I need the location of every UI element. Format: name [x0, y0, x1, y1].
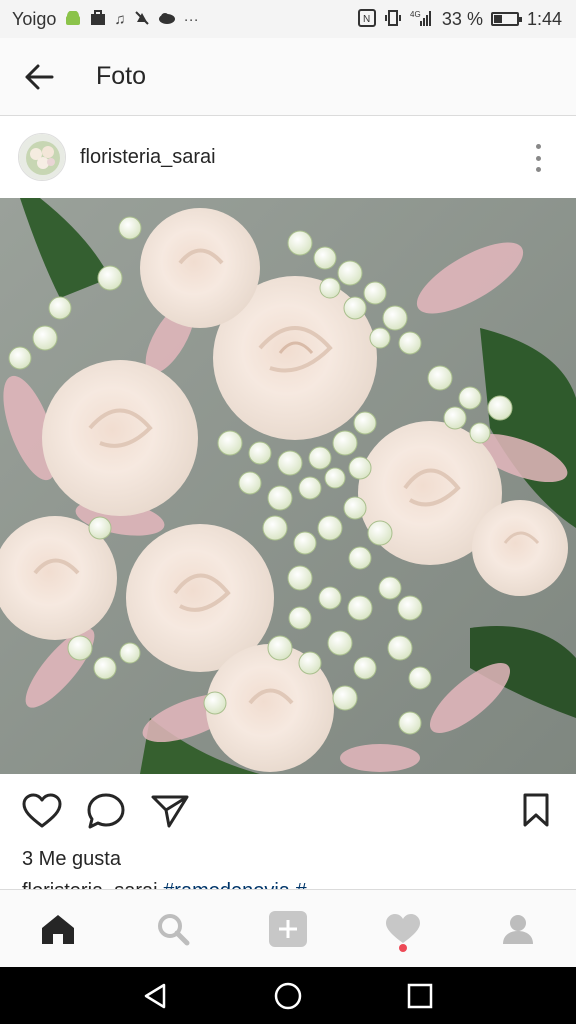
- comment-icon: [87, 793, 125, 829]
- music-note-icon: ♫: [114, 10, 126, 28]
- battery-icon: [490, 12, 522, 26]
- briefcase-icon: [90, 9, 106, 29]
- back-triangle-icon: [144, 983, 166, 1008]
- clock: 1:44: [526, 8, 562, 29]
- more-dot: [535, 144, 541, 149]
- signal-icon: 4G: [410, 9, 434, 30]
- svg-text:4G: 4G: [410, 10, 421, 19]
- post-header: floristeria_sarai: [0, 116, 576, 198]
- post-username[interactable]: floristeria_sarai: [80, 146, 216, 169]
- more-options-button[interactable]: [526, 144, 550, 172]
- nav-add-post[interactable]: [253, 894, 323, 964]
- system-home-button[interactable]: [258, 971, 318, 1021]
- app-bar: Foto: [0, 38, 576, 116]
- nfc-icon: N: [357, 8, 376, 30]
- more-dot: [535, 155, 541, 161]
- post-photo[interactable]: [0, 198, 576, 774]
- more-dot: [535, 167, 541, 172]
- bouquet-image: [0, 198, 576, 774]
- post-actions: [0, 774, 576, 848]
- battery-fill: [493, 15, 502, 23]
- system-back-button[interactable]: [126, 971, 186, 1021]
- status-right: N 4G 33 % 1:44: [357, 8, 562, 30]
- system-recents-button[interactable]: [390, 971, 450, 1021]
- status-left: Yoigo ♫ ···: [12, 9, 199, 30]
- battery-percent: 33 %: [441, 8, 483, 29]
- share-icon: [151, 795, 189, 828]
- svg-text:N: N: [363, 14, 370, 25]
- share-button[interactable]: [148, 789, 192, 833]
- recents-square-icon: [407, 983, 433, 1008]
- page-title: Foto: [96, 62, 147, 90]
- nav-activity[interactable]: [368, 894, 438, 964]
- bookmark-icon: [523, 793, 549, 827]
- back-button[interactable]: [0, 38, 78, 116]
- nav-search[interactable]: [138, 894, 208, 964]
- system-nav-bar: [0, 967, 576, 1024]
- heart-outline-icon: [22, 793, 62, 828]
- bookmark-button[interactable]: [518, 790, 554, 830]
- nav-profile[interactable]: [483, 894, 553, 964]
- like-button[interactable]: [20, 789, 64, 833]
- more-dots-icon: ···: [183, 10, 199, 28]
- likes-count[interactable]: 3 Me gusta: [22, 848, 121, 871]
- search-icon: [157, 913, 190, 945]
- activity-heart-icon: [386, 913, 421, 943]
- status-bar: Yoigo ♫ ··· N 4G 33 % 1:44: [0, 0, 576, 38]
- nav-home[interactable]: [23, 894, 93, 964]
- profile-icon: [503, 914, 534, 944]
- notification-dot: [399, 943, 408, 952]
- cloud-icon: [158, 12, 176, 27]
- comment-button[interactable]: [84, 789, 128, 833]
- mute-icon: [134, 10, 150, 29]
- arrow-left-icon: [25, 64, 54, 89]
- android-icon: [64, 9, 82, 28]
- add-post-icon: [268, 910, 307, 947]
- bottom-nav: [0, 889, 576, 967]
- home-circle-icon: [274, 982, 302, 1009]
- avatar[interactable]: [18, 133, 66, 181]
- vibrate-icon: [384, 9, 402, 30]
- home-icon: [41, 914, 74, 944]
- carrier-name: Yoigo: [12, 8, 57, 29]
